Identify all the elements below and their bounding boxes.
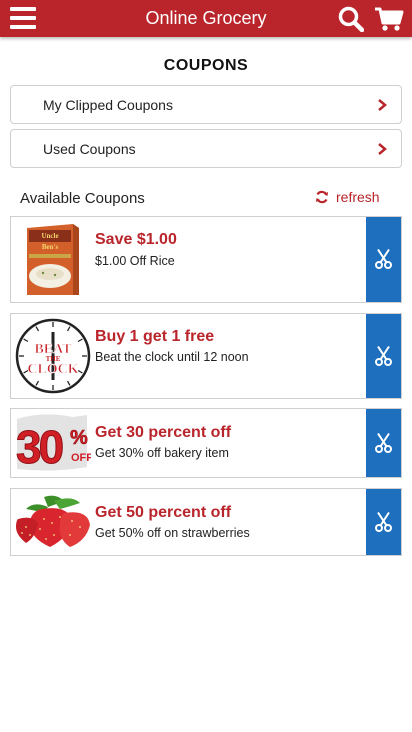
coupon-card: 30 % OFF Get 30 percent off Get 30% off … xyxy=(10,408,402,478)
app-header: Online Grocery xyxy=(0,0,412,37)
scissors-icon xyxy=(375,345,392,366)
svg-text:%: % xyxy=(70,427,88,449)
scissors-icon xyxy=(375,248,392,269)
clip-coupon-button[interactable] xyxy=(366,314,401,398)
coupon-description: Get 30% off bakery item xyxy=(95,446,229,460)
clip-coupon-button[interactable] xyxy=(366,489,401,555)
coupon-title: Get 30 percent off xyxy=(95,424,232,441)
search-icon[interactable] xyxy=(338,6,364,32)
svg-text:OFF: OFF xyxy=(71,452,91,464)
page-title: COUPONS xyxy=(163,57,249,74)
shopping-cart-icon[interactable] xyxy=(374,6,404,32)
chevron-right-icon xyxy=(378,99,387,111)
svg-text:CLOCK: CLOCK xyxy=(27,362,78,377)
scissors-icon xyxy=(375,511,392,532)
svg-text:30: 30 xyxy=(16,421,63,473)
available-coupons-label: Available Coupons xyxy=(20,190,145,207)
coupon-description: $1.00 Off Rice xyxy=(95,254,175,268)
refresh-label: refresh xyxy=(336,189,380,205)
strawberries-image xyxy=(16,495,90,547)
clock-image: BEAT THE CLOCK xyxy=(15,318,91,394)
coupon-card: Get 50 percent off Get 50% off on strawb… xyxy=(10,488,402,556)
scissors-icon xyxy=(375,432,392,453)
svg-text:Uncle: Uncle xyxy=(41,232,58,240)
coupon-card: Uncle Ben's Save $1.00 $1.00 Off Rice xyxy=(10,216,402,303)
coupon-title: Get 50 percent off xyxy=(95,504,232,521)
used-coupons-link[interactable]: Used Coupons xyxy=(10,129,402,168)
coupon-description: Get 50% off on strawberries xyxy=(95,526,250,540)
my-clipped-coupons-link[interactable]: My Clipped Coupons xyxy=(10,85,402,124)
coupon-description: Beat the clock until 12 noon xyxy=(95,350,249,364)
clip-coupon-button[interactable] xyxy=(366,217,401,302)
coupon-card: BEAT THE CLOCK Buy 1 get 1 free Beat the… xyxy=(10,313,402,399)
chevron-right-icon xyxy=(378,143,387,155)
coupon-title: Save $1.00 xyxy=(95,231,177,248)
nav-label: My Clipped Coupons xyxy=(43,97,173,113)
nav-label: Used Coupons xyxy=(43,141,136,157)
clip-coupon-button[interactable] xyxy=(366,409,401,477)
percent-off-image: 30 % OFF xyxy=(16,414,91,473)
svg-text:Ben's: Ben's xyxy=(42,243,59,251)
refresh-icon xyxy=(316,190,328,204)
rice-box-image: Uncle Ben's xyxy=(27,224,79,295)
coupon-title: Buy 1 get 1 free xyxy=(95,328,215,345)
